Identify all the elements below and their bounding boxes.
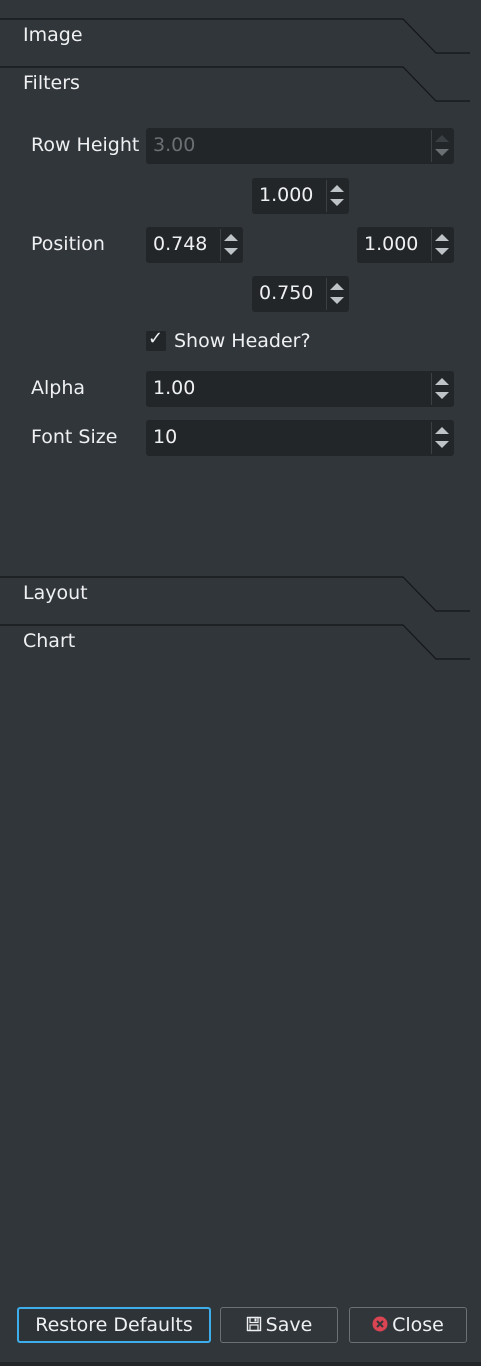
show-header-checkbox[interactable]: ✓: [146, 328, 166, 351]
restore-defaults-label: Restore Defaults: [35, 1314, 193, 1336]
spin-up-icon[interactable]: [435, 378, 449, 385]
checkmark-icon: ✓: [148, 328, 164, 349]
spin-down-icon[interactable]: [330, 297, 344, 304]
close-label: Close: [392, 1314, 444, 1336]
alpha-label: Alpha: [31, 377, 86, 399]
section-header-layout[interactable]: Layout: [0, 576, 470, 624]
row-height-label: Row Height: [31, 134, 140, 156]
section-label-filters: Filters: [23, 72, 80, 94]
spin-down-icon[interactable]: [435, 441, 449, 448]
font-size-spin-buttons[interactable]: [431, 422, 452, 454]
save-button[interactable]: Save: [220, 1307, 338, 1343]
position-left-spin-buttons[interactable]: [220, 229, 241, 261]
alpha-value[interactable]: 1.00: [153, 377, 195, 399]
spin-down-icon[interactable]: [435, 248, 449, 255]
section-header-chart[interactable]: Chart: [0, 624, 470, 672]
alpha-spinbox[interactable]: 1.00: [146, 371, 454, 407]
position-top-spin-buttons[interactable]: [326, 180, 347, 212]
row-height-spinbox: 3.00: [146, 128, 454, 164]
spin-up-icon: [435, 135, 449, 142]
save-label: Save: [265, 1314, 313, 1336]
spin-up-icon[interactable]: [330, 185, 344, 192]
position-left-value[interactable]: 0.748: [153, 233, 207, 255]
spin-up-icon[interactable]: [224, 234, 238, 241]
spin-up-icon[interactable]: [435, 427, 449, 434]
restore-defaults-button[interactable]: Restore Defaults: [17, 1307, 211, 1343]
spin-down-icon[interactable]: [224, 248, 238, 255]
spin-up-icon[interactable]: [435, 234, 449, 241]
position-left-spinbox[interactable]: 0.748: [146, 227, 243, 263]
close-button[interactable]: Close: [349, 1307, 467, 1343]
spin-up-icon[interactable]: [330, 283, 344, 290]
spin-down-icon[interactable]: [435, 392, 449, 399]
position-right-value[interactable]: 1.000: [364, 233, 418, 255]
row-height-spin-buttons: [431, 130, 452, 162]
position-top-spinbox[interactable]: 1.000: [252, 178, 349, 214]
row-height-value: 3.00: [153, 134, 196, 156]
alpha-spin-buttons[interactable]: [431, 373, 452, 405]
position-top-value[interactable]: 1.000: [259, 184, 313, 206]
section-label-layout: Layout: [23, 582, 88, 604]
position-bottom-value[interactable]: 0.750: [259, 282, 313, 304]
position-right-spinbox[interactable]: 1.000: [357, 227, 454, 263]
font-size-label: Font Size: [31, 426, 118, 448]
save-icon: [246, 1309, 262, 1343]
position-right-spin-buttons[interactable]: [431, 229, 452, 261]
bottom-edge: [0, 1362, 481, 1366]
spin-down-icon: [435, 149, 449, 156]
section-header-filters[interactable]: Filters: [0, 66, 470, 114]
position-label: Position: [31, 233, 105, 255]
close-icon: [372, 1309, 388, 1343]
section-label-chart: Chart: [23, 630, 76, 652]
section-label-image: Image: [23, 24, 83, 46]
font-size-spinbox[interactable]: 10: [146, 420, 454, 456]
font-size-value[interactable]: 10: [153, 426, 177, 448]
spin-down-icon[interactable]: [330, 199, 344, 206]
section-header-image[interactable]: Image: [0, 18, 470, 66]
show-header-label[interactable]: Show Header?: [174, 330, 311, 352]
position-bottom-spin-buttons[interactable]: [326, 278, 347, 310]
position-bottom-spinbox[interactable]: 0.750: [252, 276, 349, 312]
